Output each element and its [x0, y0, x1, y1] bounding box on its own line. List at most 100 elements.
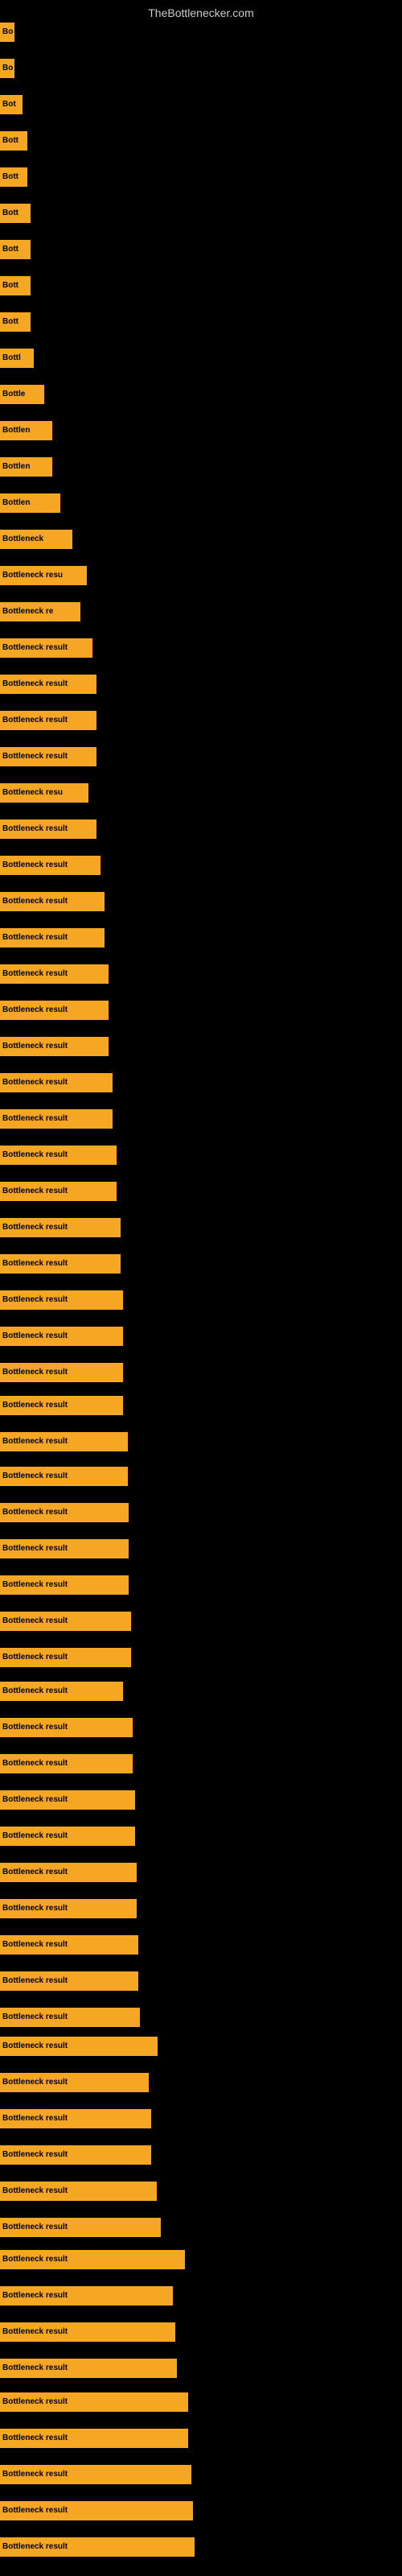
- bar-row: Bottleneck result: [0, 1790, 135, 1810]
- bar-label: Bottlen: [0, 457, 52, 477]
- bar-label: Bottleneck result: [0, 856, 100, 875]
- bar-row: Bottleneck result: [0, 1254, 121, 1274]
- bar-label: Bottleneck result: [0, 675, 96, 694]
- bar-row: Bottleneck result: [0, 2429, 188, 2448]
- bar-label: Bott: [0, 276, 31, 295]
- bar-row: Bottleneck result: [0, 2537, 195, 2557]
- bar-row: Bott: [0, 276, 31, 295]
- bar-row: Bottleneck result: [0, 1073, 113, 1092]
- bar-label: Bottleneck result: [0, 2359, 177, 2378]
- bar-label: Bottleneck result: [0, 2537, 195, 2557]
- bar-row: Bottleneck result: [0, 1935, 138, 1955]
- bar-row: Bottleneck result: [0, 1432, 128, 1451]
- bar-label: Bottleneck result: [0, 1073, 113, 1092]
- bar-row: Bottleneck result: [0, 2250, 185, 2269]
- bar-label: Bottleneck result: [0, 2145, 151, 2165]
- bar-row: Bottlen: [0, 493, 60, 513]
- bar-label: Bott: [0, 240, 31, 259]
- bar-row: Bottlen: [0, 421, 52, 440]
- bar-label: Bottleneck resu: [0, 783, 88, 803]
- bar-row: Bottleneck result: [0, 1718, 133, 1737]
- bar-row: Bottl: [0, 349, 34, 368]
- bar-row: Bottleneck result: [0, 1037, 109, 1056]
- bar-row: Bottleneck result: [0, 1182, 117, 1201]
- bar-row: Bottleneck result: [0, 1503, 129, 1522]
- bar-label: Bottleneck: [0, 530, 72, 549]
- bar-label: Bottleneck result: [0, 2073, 149, 2092]
- bar-row: Bo: [0, 59, 14, 78]
- bar-label: Bottleneck result: [0, 1290, 123, 1310]
- bar-label: Bottleneck result: [0, 1718, 133, 1737]
- bar-label: Bottl: [0, 349, 34, 368]
- bar-label: Bottleneck result: [0, 747, 96, 766]
- bar-row: Bottleneck result: [0, 1363, 123, 1382]
- bar-label: Bott: [0, 204, 31, 223]
- bar-row: Bottleneck result: [0, 1467, 128, 1486]
- bar-label: Bottleneck result: [0, 2218, 161, 2237]
- bar-row: Bottleneck result: [0, 1218, 121, 1237]
- bar-label: Bottleneck result: [0, 711, 96, 730]
- bar-label: Bott: [0, 312, 31, 332]
- bar-label: Bottleneck result: [0, 2501, 193, 2520]
- bar-label: Bottleneck result: [0, 2465, 191, 2484]
- site-title: TheBottlenecker.com: [0, 0, 402, 23]
- bar-label: Bottleneck result: [0, 1863, 137, 1882]
- bar-row: Bottleneck result: [0, 1899, 137, 1918]
- bar-label: Bottleneck result: [0, 819, 96, 839]
- bar-row: Bottleneck result: [0, 1648, 131, 1667]
- bar-row: Bottleneck result: [0, 2322, 175, 2342]
- bar-row: Bottleneck result: [0, 2286, 173, 2306]
- bar-label: Bottleneck result: [0, 964, 109, 984]
- bar-row: Bottlen: [0, 457, 52, 477]
- bar-row: Bottleneck: [0, 530, 72, 549]
- bar-label: Bottleneck result: [0, 1682, 123, 1701]
- bar-label: Bottleneck result: [0, 1899, 137, 1918]
- bar-label: Bottleneck result: [0, 2109, 151, 2128]
- bar-row: Bottleneck result: [0, 2465, 191, 2484]
- bar-label: Bottleneck result: [0, 1146, 117, 1165]
- bar-row: Bott: [0, 131, 27, 151]
- bar-label: Bott: [0, 167, 27, 187]
- bar-row: Bottleneck result: [0, 2392, 188, 2412]
- bar-label: Bottleneck result: [0, 892, 105, 911]
- bar-row: Bottleneck result: [0, 747, 96, 766]
- bar-label: Bot: [0, 95, 23, 114]
- bar-row: Bottleneck result: [0, 2073, 149, 2092]
- bar-row: Bottleneck result: [0, 1971, 138, 1991]
- bar-row: Bott: [0, 240, 31, 259]
- bar-label: Bottleneck result: [0, 1935, 138, 1955]
- bar-label: Bottleneck result: [0, 2322, 175, 2342]
- bar-row: Bottleneck result: [0, 964, 109, 984]
- bar-label: Bottleneck resu: [0, 566, 87, 585]
- bar-row: Bottleneck result: [0, 2218, 161, 2237]
- bar-label: Bottleneck result: [0, 1363, 123, 1382]
- bar-row: Bottleneck resu: [0, 566, 87, 585]
- bar-row: Bottleneck result: [0, 2501, 193, 2520]
- bar-row: Bottleneck result: [0, 1575, 129, 1595]
- bar-row: Bottleneck re: [0, 602, 80, 621]
- bar-label: Bottleneck result: [0, 1827, 135, 1846]
- bar-label: Bo: [0, 59, 14, 78]
- bar-label: Bottleneck result: [0, 1612, 131, 1631]
- bar-label: Bottleneck result: [0, 1575, 129, 1595]
- bar-row: Bottleneck result: [0, 819, 96, 839]
- bar-row: Bottleneck result: [0, 638, 92, 658]
- bar-row: Bottleneck result: [0, 1827, 135, 1846]
- bar-label: Bottleneck result: [0, 1218, 121, 1237]
- bar-label: Bottleneck result: [0, 928, 105, 947]
- bar-row: Bottleneck result: [0, 711, 96, 730]
- bar-row: Bottleneck result: [0, 1001, 109, 1020]
- bar-label: Bottleneck result: [0, 2392, 188, 2412]
- bar-row: Bo: [0, 23, 14, 42]
- bar-row: Bottleneck result: [0, 1612, 131, 1631]
- bar-label: Bottleneck result: [0, 1790, 135, 1810]
- bar-label: Bottle: [0, 385, 44, 404]
- bar-label: Bottleneck result: [0, 1503, 129, 1522]
- bar-label: Bottleneck result: [0, 2182, 157, 2201]
- bar-label: Bottleneck result: [0, 1648, 131, 1667]
- bar-row: Bott: [0, 312, 31, 332]
- bar-row: Bott: [0, 204, 31, 223]
- bar-row: Bottleneck result: [0, 1539, 129, 1558]
- bar-label: Bott: [0, 131, 27, 151]
- bar-row: Bottleneck result: [0, 1863, 137, 1882]
